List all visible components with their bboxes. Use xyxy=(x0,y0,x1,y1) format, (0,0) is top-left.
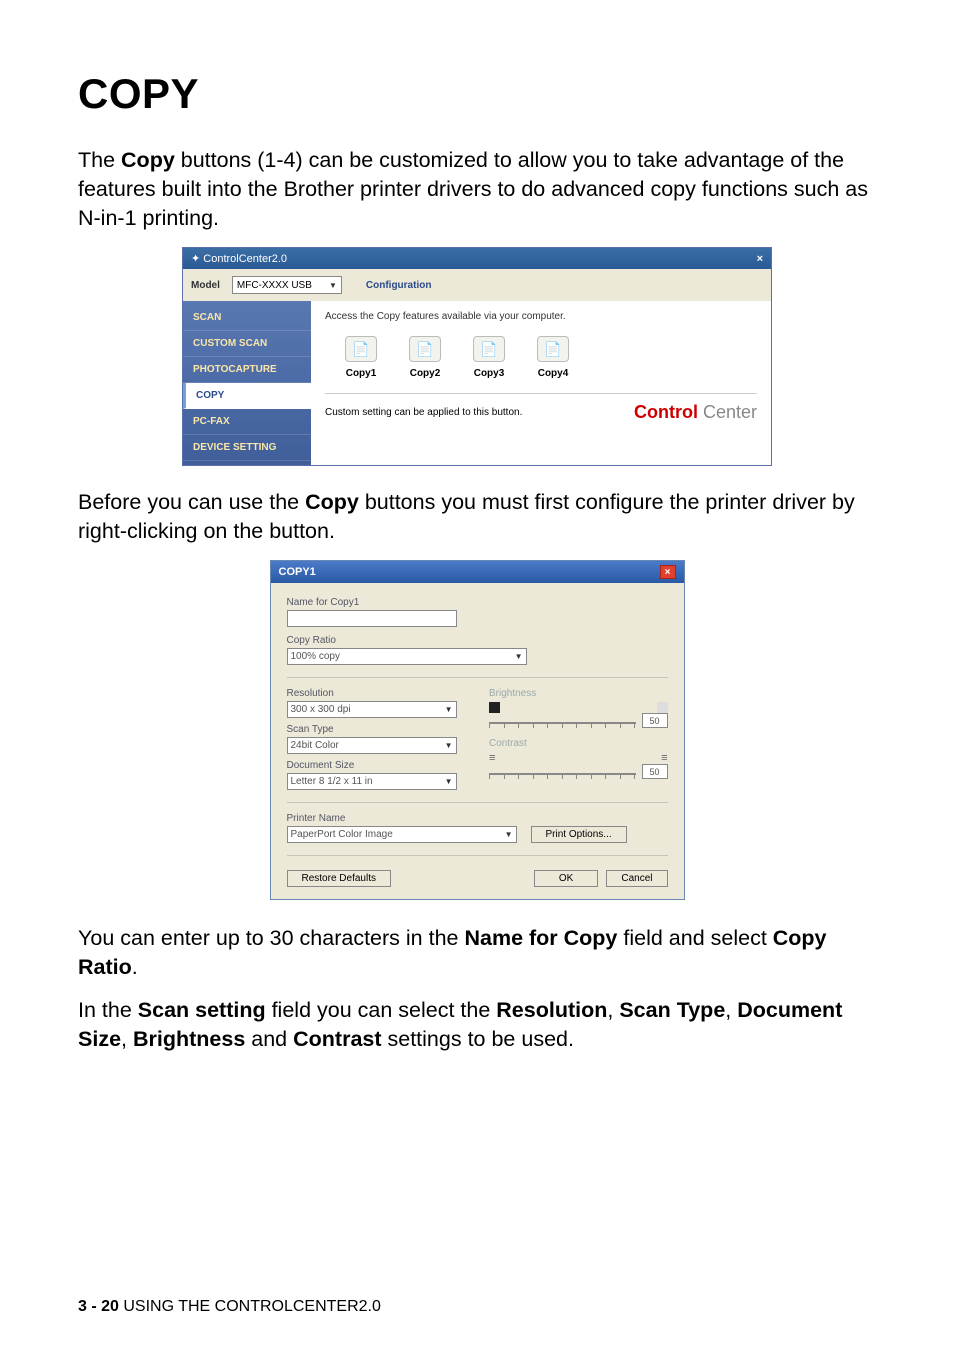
name-input[interactable] xyxy=(287,610,457,627)
bold-brightness: Brightness xyxy=(133,1027,245,1051)
docsize-label: Document Size xyxy=(287,760,466,771)
text: buttons (1-4) can be customized to allow… xyxy=(78,148,868,230)
window-titlebar: ✦ ControlCenter2.0 × xyxy=(183,248,771,269)
bold-copy: Copy xyxy=(121,148,175,172)
sidebar-item-devicesetting[interactable]: DEVICE SETTING xyxy=(183,435,311,461)
page-heading: COPY xyxy=(78,70,876,118)
copy-icon: 📄 xyxy=(409,336,441,362)
copy4-button[interactable]: 📄 Copy4 xyxy=(537,336,569,379)
text: , xyxy=(725,998,737,1022)
copy3-button[interactable]: 📄 Copy3 xyxy=(473,336,505,379)
copy4-label: Copy4 xyxy=(538,368,569,379)
window-title: ✦ ControlCenter2.0 xyxy=(191,252,287,265)
text: In the xyxy=(78,998,138,1022)
sidebar-item-photocapture[interactable]: PHOTOCAPTURE xyxy=(183,357,311,383)
chevron-down-icon: ▼ xyxy=(325,281,337,290)
text: Before you can use the xyxy=(78,490,305,514)
copy-icon: 📄 xyxy=(345,336,377,362)
paragraph-2: Before you can use the Copy buttons you … xyxy=(78,488,876,546)
copy3-label: Copy3 xyxy=(474,368,505,379)
scantype-label: Scan Type xyxy=(287,724,466,735)
ok-button[interactable]: OK xyxy=(534,870,598,887)
bold-resolution: Resolution xyxy=(496,998,607,1022)
printername-label: Printer Name xyxy=(287,813,668,824)
model-select[interactable]: MFC-XXXX USB ▼ xyxy=(232,276,342,294)
name-label: Name for Copy1 xyxy=(287,597,668,608)
sidebar: SCAN CUSTOM SCAN PHOTOCAPTURE COPY PC-FA… xyxy=(183,301,311,465)
intro-paragraph: The Copy buttons (1-4) can be customized… xyxy=(78,146,876,233)
model-value: MFC-XXXX USB xyxy=(237,280,312,291)
contrast-label: Contrast xyxy=(489,738,668,749)
page-number: 3 - 20 xyxy=(78,1298,119,1315)
sidebar-item-scan[interactable]: SCAN xyxy=(183,305,311,331)
text: , xyxy=(121,1027,133,1051)
chevron-down-icon: ▼ xyxy=(511,652,523,661)
text: The xyxy=(78,148,121,172)
bold-scantype: Scan Type xyxy=(619,998,725,1022)
text: field you can select the xyxy=(266,998,497,1022)
chevron-down-icon: ▼ xyxy=(441,777,453,786)
restore-defaults-button[interactable]: Restore Defaults xyxy=(287,870,391,887)
chevron-down-icon: ▼ xyxy=(441,741,453,750)
sidebar-item-pcfax[interactable]: PC-FAX xyxy=(183,409,311,435)
light-swatch-icon xyxy=(657,702,668,713)
page-footer: 3 - 20 USING THE CONTROLCENTER2.0 xyxy=(78,1298,381,1316)
brightness-label: Brightness xyxy=(489,688,668,699)
print-options-button[interactable]: Print Options... xyxy=(531,826,627,843)
paragraph-4: In the Scan setting field you can select… xyxy=(78,996,876,1054)
copy1-dialog: COPY1 × Name for Copy1 Copy Ratio 100% c… xyxy=(270,560,685,900)
dark-swatch-icon xyxy=(489,702,500,713)
printername-select[interactable]: PaperPort Color Image▼ xyxy=(287,826,517,843)
text: field and select xyxy=(617,926,772,950)
text: and xyxy=(245,1027,293,1051)
brightness-slider[interactable]: 50 xyxy=(489,713,668,728)
footer-title: USING THE CONTROLCENTER2.0 xyxy=(119,1298,381,1315)
high-contrast-icon: ≡ xyxy=(661,752,667,764)
copyratio-label: Copy Ratio xyxy=(287,635,668,646)
close-icon[interactable]: × xyxy=(660,565,676,579)
text: You can enter up to 30 characters in the xyxy=(78,926,464,950)
copy1-button[interactable]: 📄 Copy1 xyxy=(345,336,377,379)
low-contrast-icon: ≡ xyxy=(489,752,495,764)
bold-copy: Copy xyxy=(305,490,359,514)
cancel-button[interactable]: Cancel xyxy=(606,870,667,887)
contrast-value[interactable]: 50 xyxy=(642,764,668,779)
configuration-button[interactable]: Configuration xyxy=(366,280,432,291)
contrast-slider[interactable]: 50 xyxy=(489,764,668,779)
paragraph-3: You can enter up to 30 characters in the… xyxy=(78,924,876,982)
text: . xyxy=(132,955,138,979)
copy-icon: 📄 xyxy=(537,336,569,362)
scantype-select[interactable]: 24bit Color▼ xyxy=(287,737,457,754)
dialog-title: COPY1 xyxy=(279,566,316,578)
toolbar: Model MFC-XXXX USB ▼ Configuration xyxy=(183,269,771,301)
copy1-label: Copy1 xyxy=(346,368,377,379)
bold-nameforcopy: Name for Copy xyxy=(464,926,617,950)
text: , xyxy=(607,998,619,1022)
resolution-label: Resolution xyxy=(287,688,466,699)
copy2-button[interactable]: 📄 Copy2 xyxy=(409,336,441,379)
copy-icon: 📄 xyxy=(473,336,505,362)
resolution-select[interactable]: 300 x 300 dpi▼ xyxy=(287,701,457,718)
controlcenter-window: ✦ ControlCenter2.0 × Model MFC-XXXX USB … xyxy=(182,247,772,466)
chevron-down-icon: ▼ xyxy=(441,705,453,714)
docsize-select[interactable]: Letter 8 1/2 x 11 in▼ xyxy=(287,773,457,790)
footer-note: Custom setting can be applied to this bu… xyxy=(325,407,522,418)
close-icon[interactable]: × xyxy=(757,253,763,265)
panel-description: Access the Copy features available via y… xyxy=(325,311,757,322)
copyratio-select[interactable]: 100% copy▼ xyxy=(287,648,527,665)
dialog-titlebar: COPY1 × xyxy=(271,561,684,583)
main-panel: Access the Copy features available via y… xyxy=(311,301,771,465)
sidebar-item-copy[interactable]: COPY xyxy=(183,383,311,409)
bold-scansetting: Scan setting xyxy=(138,998,266,1022)
brightness-value[interactable]: 50 xyxy=(642,713,668,728)
text: settings to be used. xyxy=(382,1027,574,1051)
copy2-label: Copy2 xyxy=(410,368,441,379)
bold-contrast: Contrast xyxy=(293,1027,381,1051)
chevron-down-icon: ▼ xyxy=(501,830,513,839)
model-label: Model xyxy=(191,280,220,291)
sidebar-item-customscan[interactable]: CUSTOM SCAN xyxy=(183,331,311,357)
brand-logo: Control Center xyxy=(634,402,757,423)
